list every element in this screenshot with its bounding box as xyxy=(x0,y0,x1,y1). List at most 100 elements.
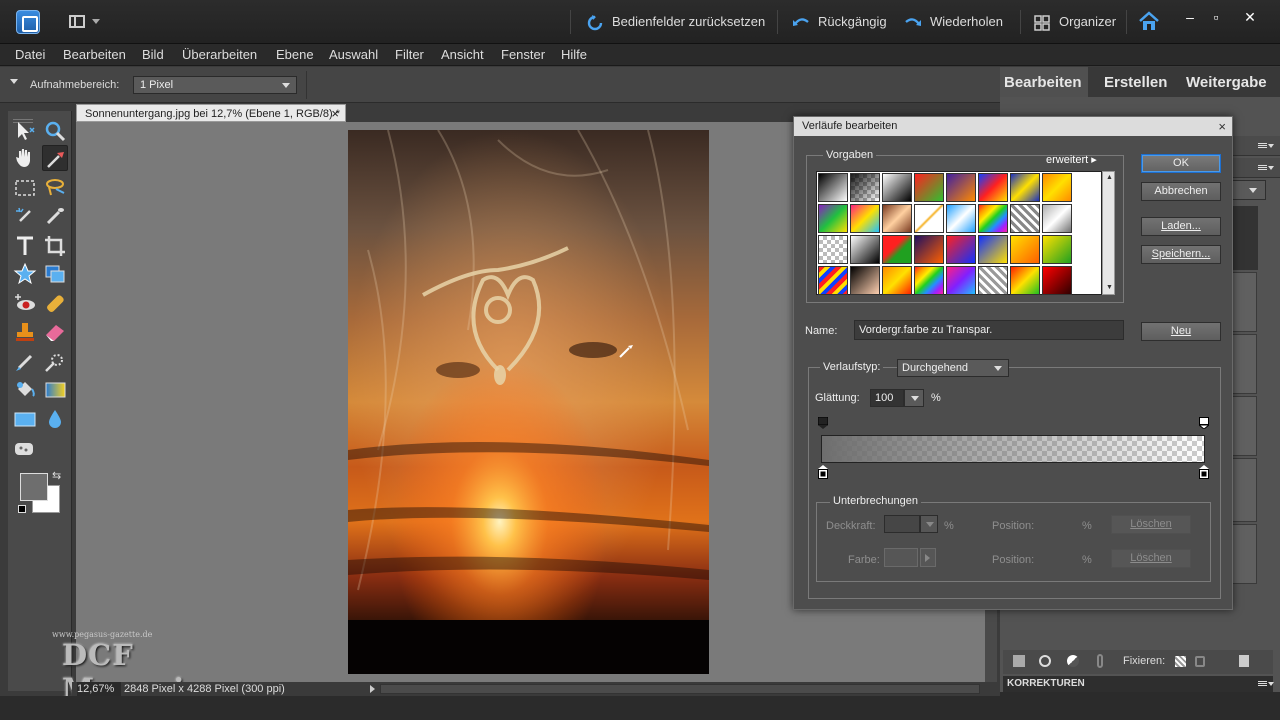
menu-datei[interactable]: Datei xyxy=(15,47,45,62)
app-icon[interactable] xyxy=(16,10,40,34)
new-layer-icon[interactable] xyxy=(1013,655,1025,667)
layer-row[interactable] xyxy=(1229,524,1257,584)
red-eye-tool[interactable] xyxy=(12,291,38,317)
status-menu-icon[interactable] xyxy=(370,685,375,693)
lock-transparency-icon[interactable] xyxy=(1175,656,1186,667)
undo-button[interactable]: Rückgängig xyxy=(792,12,887,32)
gradient-preset-swatch[interactable] xyxy=(1010,204,1040,233)
gradient-preset-swatch[interactable] xyxy=(914,173,944,202)
maximize-button[interactable]: ▫ xyxy=(1204,8,1228,28)
gradient-preset-swatch[interactable] xyxy=(1042,235,1072,264)
tab-weitergabe[interactable]: Weitergabe xyxy=(1186,74,1267,91)
zoom-tool[interactable] xyxy=(42,118,68,144)
gradient-preset-swatch[interactable] xyxy=(818,204,848,233)
panel-menu-icon[interactable] xyxy=(1258,680,1274,688)
gradient-preset-swatch[interactable] xyxy=(946,266,976,295)
gradient-preset-swatch[interactable] xyxy=(978,266,1008,295)
menu-bearbeiten[interactable]: Bearbeiten xyxy=(63,47,126,62)
blur-tool[interactable] xyxy=(42,406,68,432)
ok-button[interactable]: OK xyxy=(1141,154,1221,173)
gradient-tool[interactable] xyxy=(42,377,68,403)
layer-row[interactable] xyxy=(1229,458,1257,522)
gradient-preset-swatch[interactable] xyxy=(818,235,848,264)
layer-row[interactable] xyxy=(1229,396,1257,456)
gradient-preset-swatch[interactable] xyxy=(1042,204,1072,233)
paint-bucket-tool[interactable] xyxy=(12,377,38,403)
sponge-tool[interactable] xyxy=(12,436,38,462)
new-button[interactable]: Neu xyxy=(1141,322,1221,341)
gradient-preset-swatch[interactable] xyxy=(882,235,912,264)
delete-opacity-stop-button[interactable]: Löschen xyxy=(1111,515,1191,534)
trash-icon[interactable] xyxy=(1239,655,1249,667)
gradient-preset-swatch[interactable] xyxy=(1010,266,1040,295)
scroll-down-icon[interactable]: ▼ xyxy=(1106,284,1113,291)
smoothness-field[interactable]: 100 xyxy=(870,389,904,407)
eyedropper-tool[interactable] xyxy=(42,145,68,171)
dialog-title-bar[interactable]: Verläufe bearbeiten × xyxy=(794,117,1232,136)
layer-row[interactable] xyxy=(1229,334,1257,394)
link-icon[interactable] xyxy=(1097,654,1103,668)
hand-tool[interactable] xyxy=(12,145,38,171)
healing-brush-tool[interactable] xyxy=(42,291,68,317)
panel-menu-icon[interactable] xyxy=(1258,142,1274,150)
cancel-button[interactable]: Abbrechen xyxy=(1141,182,1221,201)
gradient-preset-swatch[interactable] xyxy=(850,235,880,264)
smoothness-dropdown[interactable] xyxy=(904,389,924,407)
redo-button[interactable]: Wiederholen xyxy=(904,12,1003,32)
horizontal-scrollbar[interactable] xyxy=(380,684,980,694)
magic-wand-tool[interactable] xyxy=(12,203,38,229)
menu-ueberarbeiten[interactable]: Überarbeiten xyxy=(182,47,257,62)
opacity-field[interactable] xyxy=(884,515,920,533)
menu-ansicht[interactable]: Ansicht xyxy=(441,47,484,62)
rectangle-tool[interactable] xyxy=(12,406,38,432)
adjustment-layer-icon[interactable] xyxy=(1067,655,1079,667)
gradient-preset-swatch[interactable] xyxy=(882,266,912,295)
gradient-preset-swatch[interactable] xyxy=(978,235,1008,264)
gradient-preset-swatch[interactable] xyxy=(914,204,944,233)
scroll-up-icon[interactable]: ▲ xyxy=(1106,174,1113,181)
panel-dropdown[interactable] xyxy=(1230,180,1266,200)
gradient-preset-swatch[interactable] xyxy=(1042,173,1072,202)
stop-color-menu[interactable] xyxy=(920,548,936,567)
close-button[interactable]: ✕ xyxy=(1238,8,1262,28)
menu-hilfe[interactable]: Hilfe xyxy=(561,47,587,62)
crop-tool[interactable] xyxy=(42,233,68,259)
dialog-close-icon[interactable]: × xyxy=(1218,117,1226,136)
gradient-preset-swatch[interactable] xyxy=(882,204,912,233)
default-colors-icon[interactable] xyxy=(18,505,26,513)
gradient-preset-swatch[interactable] xyxy=(946,173,976,202)
name-field[interactable]: Vordergr.farbe zu Transpar. xyxy=(854,320,1124,340)
stop-color-swatch[interactable] xyxy=(884,548,918,567)
gradient-preset-swatch[interactable] xyxy=(978,173,1008,202)
panel-menu-icon[interactable] xyxy=(1258,164,1274,172)
zoom-level[interactable]: 12,67% xyxy=(77,682,121,696)
organizer-button[interactable]: Organizer xyxy=(1033,12,1116,32)
brush-tool[interactable] xyxy=(12,349,38,375)
gradient-preset-swatch[interactable] xyxy=(850,173,880,202)
color-stop-right[interactable] xyxy=(1199,465,1209,479)
load-button[interactable]: Laden... xyxy=(1141,217,1221,236)
gradient-preset-swatch[interactable] xyxy=(914,235,944,264)
close-tab-icon[interactable]: × xyxy=(331,105,339,123)
corrections-panel-header[interactable]: KORREKTUREN xyxy=(1003,676,1274,692)
opacity-dropdown[interactable] xyxy=(920,515,938,533)
menu-ebene[interactable]: Ebene xyxy=(276,47,314,62)
lasso-tool[interactable] xyxy=(42,175,68,201)
gradient-preset-swatch[interactable] xyxy=(946,204,976,233)
gradient-preset-swatch[interactable] xyxy=(1010,235,1040,264)
save-button[interactable]: Speichern... xyxy=(1141,245,1221,264)
gradient-preset-swatch[interactable] xyxy=(1042,266,1072,295)
layout-menu-button[interactable] xyxy=(66,12,102,32)
lock-icon[interactable] xyxy=(1195,656,1205,667)
sample-size-select[interactable]: 1 Pixel xyxy=(133,76,297,94)
gradient-preset-swatch[interactable] xyxy=(850,204,880,233)
gradient-type-select[interactable]: Durchgehend xyxy=(897,359,1009,377)
menu-fenster[interactable]: Fenster xyxy=(501,47,545,62)
gradient-preset-swatch[interactable] xyxy=(1010,173,1040,202)
layer-thumbnail[interactable] xyxy=(1230,206,1258,270)
reset-panels-button[interactable]: Bedienfelder zurücksetzen xyxy=(586,12,765,32)
document-tab[interactable]: Sonnenuntergang.jpg bei 12,7% (Ebene 1, … xyxy=(76,104,346,122)
advanced-menu-button[interactable]: erweitert ▸ xyxy=(1046,153,1097,166)
layer-row[interactable] xyxy=(1229,272,1257,332)
opacity-stop-left[interactable] xyxy=(817,416,829,429)
